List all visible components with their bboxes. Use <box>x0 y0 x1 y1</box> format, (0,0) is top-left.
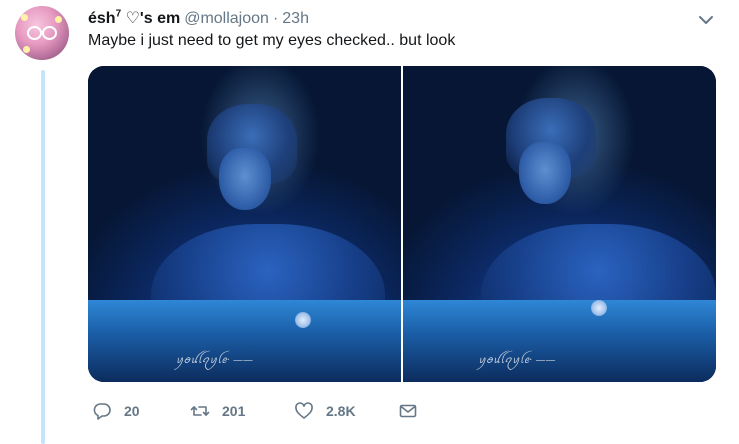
avatar-flower-decoration <box>21 14 28 21</box>
like-count: 2.8K <box>326 403 356 419</box>
reply-count: 20 <box>124 403 140 419</box>
photo-table-surface <box>403 299 716 382</box>
chevron-down-icon[interactable] <box>696 10 716 30</box>
user-handle[interactable]: @mollajoon <box>184 10 269 28</box>
display-name[interactable]: ésh7 ♡'s em <box>88 8 180 28</box>
photo-brooch <box>590 299 607 316</box>
avatar[interactable] <box>15 6 69 60</box>
tweet-timestamp[interactable]: 23h <box>282 10 309 28</box>
photo-subject-face <box>219 148 272 211</box>
tweet-text: Maybe i just need to get my eyes checked… <box>88 32 456 49</box>
like-button[interactable]: 2.8K <box>294 401 398 421</box>
envelope-icon <box>399 404 417 418</box>
photo-watermark: ꪗꪮꪊꪶꪖꪗꪶꫀ· —— <box>478 355 556 367</box>
avatar-flower-decoration <box>55 16 62 23</box>
media-photo-right[interactable]: ꪗꪮꪊꪶꪖꪗꪶꫀ· —— <box>403 66 716 382</box>
direct-message-button[interactable] <box>398 401 418 421</box>
heart-icon <box>295 402 313 419</box>
tweet-actions: 20 201 2.8K <box>88 396 418 426</box>
photo-watermark: ꪗꪮꪊꪶꪖꪗꪶꫀ· —— <box>175 355 253 367</box>
photo-subject-face <box>518 141 571 204</box>
retweet-count: 201 <box>222 403 246 419</box>
reply-icon <box>93 403 111 420</box>
thread-line <box>41 70 45 444</box>
reply-button[interactable]: 20 <box>92 401 190 421</box>
photo-brooch <box>294 312 311 329</box>
retweet-button[interactable]: 201 <box>190 401 294 421</box>
tweet-media: ꪗꪮꪊꪶꪖꪗꪶꫀ· —— ꪗꪮꪊꪶꪖꪗꪶꫀ· —— <box>88 66 716 382</box>
header-separator: · <box>272 10 279 27</box>
avatar-flower-decoration <box>23 46 30 53</box>
avatar-glasses <box>27 26 57 40</box>
retweet-icon <box>190 406 210 416</box>
media-photo-left[interactable]: ꪗꪮꪊꪶꪖꪗꪶꫀ· —— <box>88 66 401 382</box>
tweet-header: ésh7 ♡'s em @mollajoon · 23h <box>88 8 309 30</box>
